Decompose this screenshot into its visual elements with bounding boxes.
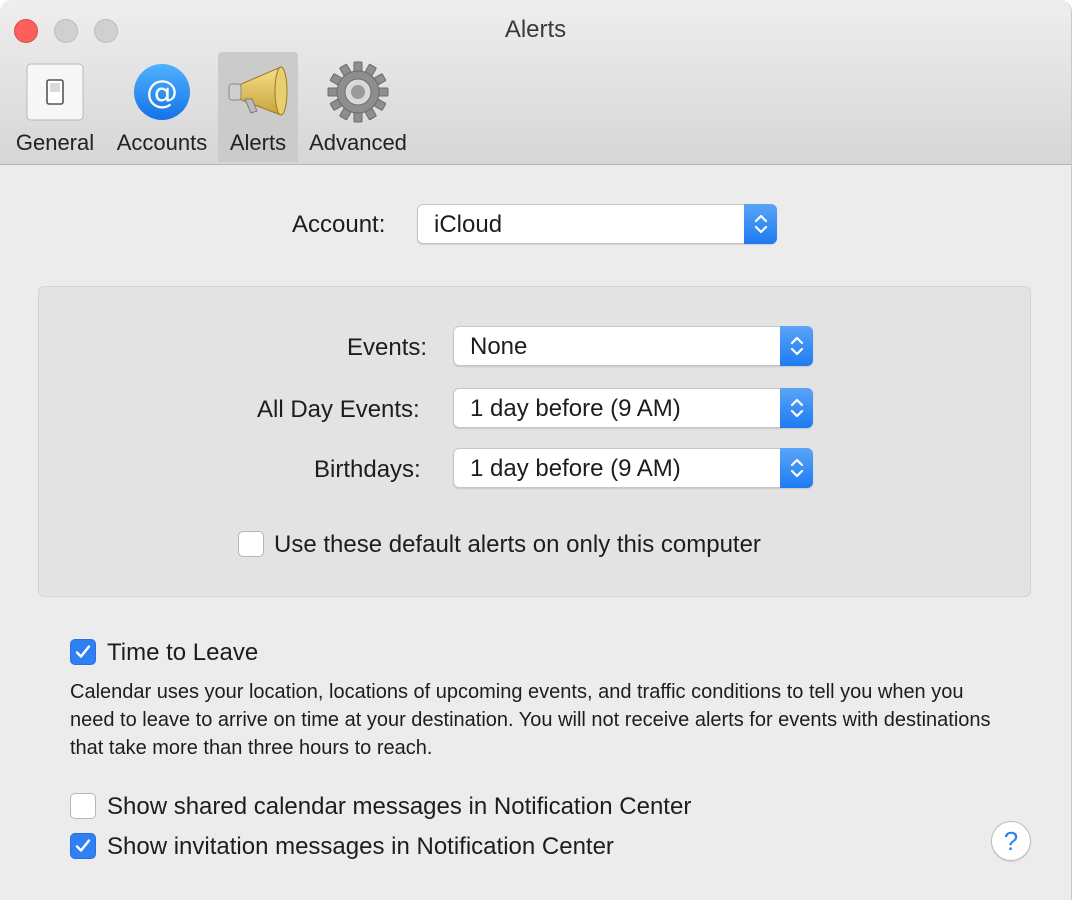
all-day-events-popup[interactable]: 1 day before (9 AM): [453, 388, 813, 428]
invitation-messages-label: Show invitation messages in Notification…: [107, 833, 614, 860]
local-only-label: Use these default alerts on only this co…: [274, 531, 761, 558]
all-day-events-value: 1 day before (9 AM): [470, 395, 681, 422]
window-title: Alerts: [504, 16, 567, 43]
gear-icon: [323, 60, 393, 124]
account-value: iCloud: [434, 211, 503, 238]
invitation-messages-checkbox[interactable]: [70, 833, 96, 859]
birthdays-value: 1 day before (9 AM): [470, 455, 681, 482]
account-label: Account:: [292, 211, 386, 238]
tab-general-label: General: [15, 130, 95, 155]
events-value: None: [470, 333, 528, 360]
shared-calendar-messages-checkbox[interactable]: [70, 793, 96, 819]
toolbar: Alerts General @ Accounts Alerts Advance…: [0, 0, 1071, 165]
all-day-events-label: All Day Events:: [257, 396, 420, 423]
tab-advanced[interactable]: Advanced: [302, 52, 414, 162]
time-to-leave-label: Time to Leave: [107, 639, 259, 666]
tab-general[interactable]: General: [10, 52, 100, 162]
tab-alerts[interactable]: Alerts: [218, 52, 298, 162]
tab-alerts-label: Alerts: [229, 130, 287, 155]
checkmark-icon: [75, 645, 91, 658]
events-popup[interactable]: None: [453, 326, 813, 366]
events-label: Events:: [347, 334, 428, 361]
shared-calendar-messages-label: Show shared calendar messages in Notific…: [107, 793, 692, 820]
account-popup[interactable]: iCloud: [417, 204, 777, 244]
switch-icon: [20, 60, 90, 124]
preferences-window: Alerts General @ Accounts Alerts Advance…: [0, 0, 1072, 900]
time-to-leave-checkbox[interactable]: [70, 639, 96, 665]
birthdays-popup[interactable]: 1 day before (9 AM): [453, 448, 813, 488]
birthdays-label: Birthdays:: [314, 456, 421, 483]
chevron-updown-icon: [780, 326, 813, 366]
tab-accounts[interactable]: @ Accounts: [110, 52, 214, 162]
megaphone-icon: [223, 60, 293, 124]
help-button[interactable]: ?: [991, 821, 1031, 861]
time-to-leave-description: Calendar uses your location, locations o…: [70, 681, 991, 759]
tab-advanced-label: Advanced: [309, 130, 407, 155]
chevron-updown-icon: [780, 448, 813, 488]
chevron-updown-icon: [744, 204, 777, 244]
local-only-checkbox[interactable]: [238, 531, 264, 557]
chevron-updown-icon: [780, 388, 813, 428]
checkmark-icon: [75, 839, 91, 852]
tab-accounts-label: Accounts: [116, 130, 208, 155]
at-sign-icon: @: [127, 60, 197, 124]
svg-text:@: @: [146, 73, 178, 111]
